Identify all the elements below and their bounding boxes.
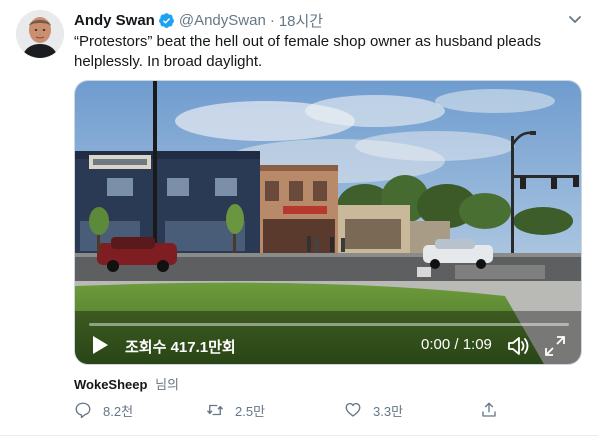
chevron-down-icon[interactable] [566, 10, 584, 28]
avatar[interactable] [16, 10, 64, 58]
verified-badge-icon [158, 12, 175, 29]
attribution-user[interactable]: WokeSheep [74, 377, 147, 392]
like-button[interactable]: 3.3만 [344, 400, 403, 420]
tweet-text: “Protestors” beat the hell out of female… [74, 33, 541, 70]
like-count: 3.3만 [373, 403, 404, 419]
reply-count: 8.2천 [103, 403, 134, 419]
video-view-count: 조회수 417.1만회 [125, 339, 236, 356]
volume-icon[interactable] [507, 335, 531, 357]
retweet-icon [206, 404, 224, 416]
tweet-actions: 8.2천 2.5만 3.3만 [74, 400, 574, 420]
share-icon [482, 402, 496, 417]
attribution-suffix: 님의 [155, 377, 179, 392]
author-handle[interactable]: @AndySwan [179, 12, 266, 29]
reply-button[interactable]: 8.2천 [74, 400, 133, 420]
tweet[interactable]: Andy Swan @AndySwan · 18시간 “Protestors” … [0, 0, 598, 436]
video-controls: 조회수 417.1만회 0:00 / 1:09 [75, 323, 581, 364]
share-button[interactable] [480, 400, 509, 420]
header-separator: · [269, 11, 275, 29]
author-display-name[interactable]: Andy Swan [74, 12, 155, 29]
play-icon[interactable] [91, 335, 109, 355]
fullscreen-icon[interactable] [544, 335, 566, 357]
tweet-header: Andy Swan @AndySwan · 18시간 [74, 10, 323, 30]
tweet-timestamp[interactable]: 18시간 [279, 10, 323, 31]
reply-icon [75, 402, 91, 419]
heart-icon [345, 402, 361, 417]
video-timecode: 0:00 / 1:09 [421, 336, 492, 353]
retweet-button[interactable]: 2.5만 [206, 400, 265, 420]
video-player[interactable]: 조회수 417.1만회 0:00 / 1:09 [74, 80, 582, 365]
video-attribution: WokeSheep 님의 [74, 374, 179, 393]
video-progress-bar[interactable] [89, 323, 569, 326]
retweet-count: 2.5만 [235, 403, 266, 419]
